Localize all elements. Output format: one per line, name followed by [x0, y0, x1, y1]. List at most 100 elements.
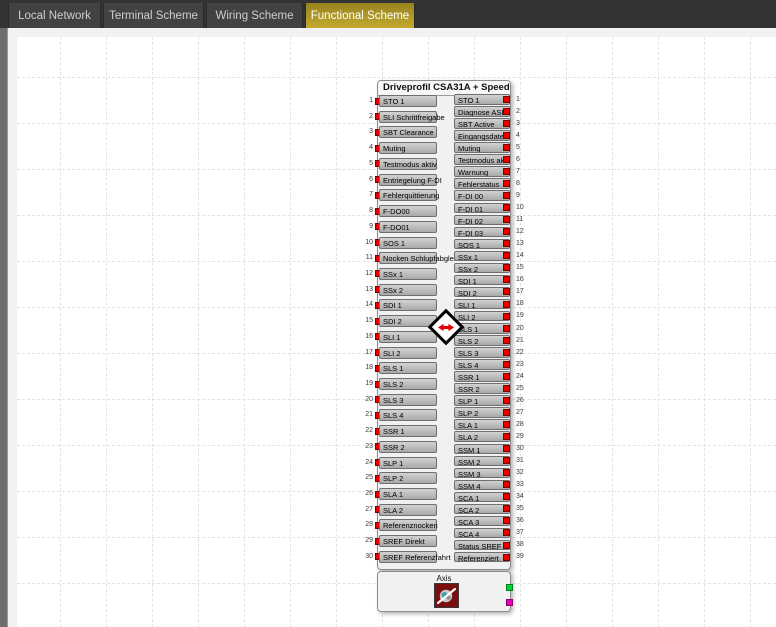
input-pin-label[interactable]: SLA 1	[379, 488, 437, 500]
input-pin-label[interactable]: SLS 4	[379, 409, 437, 421]
output-pin-square[interactable]	[503, 264, 510, 271]
input-pin-label[interactable]: F-DO01	[379, 221, 437, 233]
output-pin-square[interactable]	[503, 542, 510, 549]
output-pin-square[interactable]	[503, 228, 510, 235]
axis-motor-icon[interactable]	[434, 583, 459, 608]
input-pin-label[interactable]: SLI 1	[379, 331, 437, 343]
output-pin-square[interactable]	[503, 204, 510, 211]
input-pin-label[interactable]: SREF Direkt	[379, 535, 437, 547]
output-pin-label[interactable]: SCA 4	[454, 528, 510, 539]
output-pin-label[interactable]: SLS 4	[454, 359, 510, 370]
input-pin-label[interactable]: SOS 1	[379, 237, 437, 249]
output-pin-label[interactable]: SSM 1	[454, 444, 510, 455]
output-pin-label[interactable]: F-DI 02	[454, 215, 510, 226]
output-pin-square[interactable]	[503, 288, 510, 295]
output-pin-square[interactable]	[503, 168, 510, 175]
tab-terminal-scheme[interactable]: Terminal Scheme	[103, 3, 204, 28]
input-pin-label[interactable]: Fehlerquittierung	[379, 189, 437, 201]
output-pin-label[interactable]: SCA 2	[454, 504, 510, 515]
input-pin-label[interactable]: SSx 1	[379, 268, 437, 280]
input-pin-label[interactable]: SLI Schrittfreigabe	[379, 111, 437, 123]
output-pin-label[interactable]: F-DI 00	[454, 190, 510, 201]
output-pin-square[interactable]	[503, 132, 510, 139]
output-pin-square[interactable]	[503, 554, 510, 561]
output-pin-square[interactable]	[503, 216, 510, 223]
output-pin-label[interactable]: SSx 1	[454, 251, 510, 262]
output-pin-square[interactable]	[503, 192, 510, 199]
input-pin-label[interactable]: SBT Clearance	[379, 126, 437, 138]
output-pin-square[interactable]	[503, 529, 510, 536]
output-pin-square[interactable]	[503, 144, 510, 151]
output-pin-label[interactable]: SSR 1	[454, 371, 510, 382]
axis-conn-green-square[interactable]	[506, 584, 513, 591]
input-pin-label[interactable]: Muting	[379, 142, 437, 154]
output-pin-label[interactable]: SCA 1	[454, 492, 510, 503]
output-pin-label[interactable]: SLS 3	[454, 347, 510, 358]
output-pin-label[interactable]: Warnung	[454, 166, 510, 177]
input-pin-label[interactable]: Referenznocken	[379, 519, 437, 531]
output-pin-label[interactable]: SLA 2	[454, 431, 510, 442]
axis-conn-magenta-square[interactable]	[506, 599, 513, 606]
output-pin-label[interactable]: SLA 1	[454, 419, 510, 430]
output-pin-square[interactable]	[503, 349, 510, 356]
output-pin-label[interactable]: Fehlerstatus	[454, 178, 510, 189]
output-pin-label[interactable]: SLI 2	[454, 311, 510, 322]
output-pin-label[interactable]: Muting	[454, 142, 510, 153]
output-pin-square[interactable]	[503, 517, 510, 524]
output-pin-square[interactable]	[503, 180, 510, 187]
tab-local-network[interactable]: Local Network	[8, 3, 101, 28]
input-pin-label[interactable]: SLS 3	[379, 394, 437, 406]
output-pin-square[interactable]	[503, 337, 510, 344]
output-pin-square[interactable]	[503, 409, 510, 416]
input-pin-label[interactable]: SLP 1	[379, 457, 437, 469]
input-pin-label[interactable]: SSR 1	[379, 425, 437, 437]
output-pin-square[interactable]	[503, 301, 510, 308]
output-pin-label[interactable]: SLP 2	[454, 407, 510, 418]
output-pin-square[interactable]	[503, 361, 510, 368]
input-pin-label[interactable]: SREF Referenzfahrt	[379, 551, 437, 563]
input-pin-label[interactable]: SSx 2	[379, 284, 437, 296]
output-pin-label[interactable]: SBT Active	[454, 118, 510, 129]
output-pin-label[interactable]: SSM 2	[454, 456, 510, 467]
output-pin-label[interactable]: Referenziert	[454, 552, 510, 563]
input-pin-label[interactable]: SLS 1	[379, 362, 437, 374]
output-pin-label[interactable]: SLI 1	[454, 299, 510, 310]
tab-functional-scheme[interactable]: Functional Scheme	[305, 3, 415, 28]
output-pin-label[interactable]: F-DI 01	[454, 203, 510, 214]
output-pin-square[interactable]	[503, 445, 510, 452]
output-pin-label[interactable]: Diagnose ASF	[454, 106, 510, 117]
output-pin-label[interactable]: SOS 1	[454, 239, 510, 250]
output-pin-label[interactable]: SCA 3	[454, 516, 510, 527]
output-pin-square[interactable]	[503, 469, 510, 476]
output-pin-label[interactable]: Eingangsdaten gü	[454, 130, 510, 141]
output-pin-square[interactable]	[503, 276, 510, 283]
output-pin-label[interactable]: SSx 2	[454, 263, 510, 274]
input-pin-label[interactable]: Testmodus aktiv	[379, 158, 437, 170]
output-pin-label[interactable]: SSM 3	[454, 468, 510, 479]
output-pin-label[interactable]: STO 1	[454, 94, 510, 105]
input-pin-label[interactable]: STO 1	[379, 95, 437, 107]
output-pin-label[interactable]: Status SREF	[454, 540, 510, 551]
output-pin-square[interactable]	[503, 505, 510, 512]
output-pin-label[interactable]: SLP 1	[454, 395, 510, 406]
output-pin-square[interactable]	[503, 252, 510, 259]
input-pin-label[interactable]: SLA 2	[379, 504, 437, 516]
output-pin-label[interactable]: SSM 4	[454, 480, 510, 491]
output-pin-label[interactable]: SDI 2	[454, 287, 510, 298]
input-pin-label[interactable]: SLS 2	[379, 378, 437, 390]
output-pin-square[interactable]	[503, 120, 510, 127]
input-pin-label[interactable]: Entriegelung F-DI	[379, 174, 437, 186]
input-pin-label[interactable]: F-DO00	[379, 205, 437, 217]
input-pin-label[interactable]: SLP 2	[379, 472, 437, 484]
output-pin-square[interactable]	[503, 156, 510, 163]
input-pin-label[interactable]: SDI 1	[379, 299, 437, 311]
input-pin-label[interactable]: SLI 2	[379, 347, 437, 359]
output-pin-square[interactable]	[503, 385, 510, 392]
axis-block[interactable]: Axis	[377, 571, 511, 612]
output-pin-square[interactable]	[503, 240, 510, 247]
output-pin-square[interactable]	[503, 457, 510, 464]
output-pin-square[interactable]	[503, 96, 510, 103]
output-pin-square[interactable]	[503, 373, 510, 380]
output-pin-label[interactable]: Testmodus aktiv	[454, 154, 510, 165]
output-pin-square[interactable]	[503, 493, 510, 500]
